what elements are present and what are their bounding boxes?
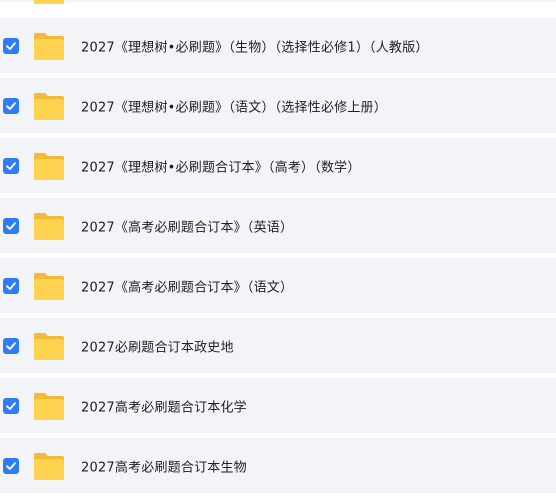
folder-icon [34, 0, 64, 4]
folder-icon [34, 92, 64, 120]
file-row[interactable]: 2027高考必刷题合订本化学 [0, 378, 556, 433]
file-row[interactable]: 2027《理想树•必刷题》（语文）（选择性必修上册） [0, 78, 556, 133]
row-checkbox[interactable] [3, 157, 19, 174]
file-name[interactable]: 2027高考必刷题合订本化学 [81, 396, 247, 415]
file-row[interactable]: 2027必刷题合订本政史地 [0, 318, 556, 373]
file-name[interactable]: 2027高考必刷题合订本生物 [81, 456, 247, 475]
check-icon [6, 281, 16, 290]
row-checkbox[interactable] [3, 337, 19, 354]
row-checkbox[interactable] [3, 217, 19, 234]
file-row[interactable]: 2027高考必刷题合订本生物 [0, 438, 556, 493]
folder-icon [34, 272, 64, 300]
row-checkbox[interactable] [3, 457, 19, 474]
row-checkbox[interactable] [3, 37, 19, 54]
file-name[interactable]: 2027《理想树•必刷题》（生物）（选择性必修1）（人教版） [81, 36, 429, 55]
check-icon [6, 461, 16, 470]
file-name[interactable]: 2027《理想树•必刷题合订本》（高考）（数学） [81, 156, 361, 175]
folder-icon [34, 332, 64, 360]
folder-icon [34, 212, 64, 240]
file-row[interactable]: 2027《理想树•必刷题》（生物）（选择性必修1）（人教版） [0, 18, 556, 73]
check-icon [6, 401, 16, 410]
check-icon [6, 101, 16, 110]
file-list: 2027《理想树•必刷题》（生物）（选择性必修1）（人教版） 2027《理想树•… [0, 0, 556, 497]
folder-icon [34, 32, 64, 60]
row-checkbox[interactable] [3, 397, 19, 414]
row-checkbox[interactable] [3, 277, 19, 294]
file-row[interactable]: 2027《高考必刷题合订本》（英语） [0, 198, 556, 253]
file-row-partial[interactable] [0, 0, 556, 4]
folder-icon [34, 152, 64, 180]
file-name[interactable]: 2027《高考必刷题合订本》（英语） [81, 216, 293, 235]
folder-icon [34, 392, 64, 420]
check-icon [6, 41, 16, 50]
file-name[interactable]: 2027《理想树•必刷题》（语文）（选择性必修上册） [81, 96, 387, 115]
folder-icon [34, 452, 64, 480]
check-icon [6, 221, 16, 230]
check-icon [6, 161, 16, 170]
file-row[interactable]: 2027《高考必刷题合订本》（语文） [0, 258, 556, 313]
file-name[interactable]: 2027《高考必刷题合订本》（语文） [81, 276, 293, 295]
row-checkbox[interactable] [3, 97, 19, 114]
check-icon [6, 341, 16, 350]
file-name[interactable]: 2027必刷题合订本政史地 [81, 336, 234, 355]
file-row[interactable]: 2027《理想树•必刷题合订本》（高考）（数学） [0, 138, 556, 193]
